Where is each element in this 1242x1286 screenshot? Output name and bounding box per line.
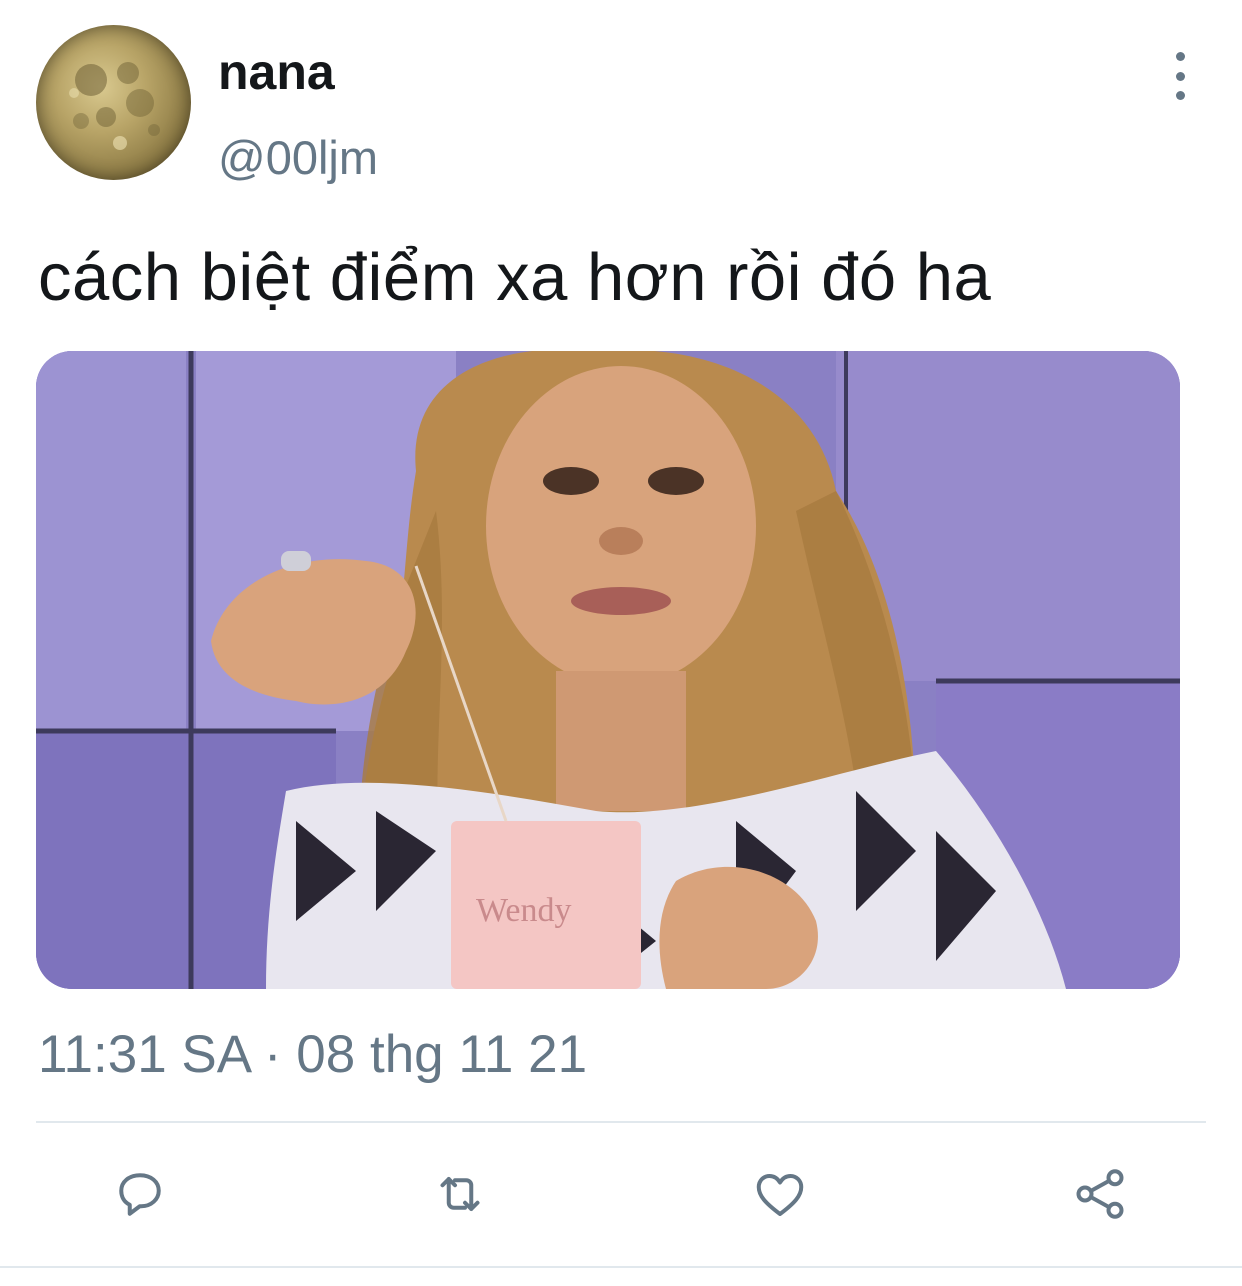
heart-icon — [756, 1174, 804, 1216]
full-moon-avatar-icon — [69, 62, 160, 150]
display-name[interactable]: nana — [218, 42, 335, 102]
card-logo-text: Wendy — [476, 892, 571, 929]
share-icon — [1076, 1169, 1124, 1219]
tweet-text: cách biệt điểm xa hơn rồi đó ha — [38, 240, 992, 315]
tweet-media-image[interactable]: Wendy — [36, 351, 1180, 989]
photo-meme-icon: Wendy — [36, 351, 1180, 989]
like-button[interactable] — [748, 1162, 812, 1226]
divider — [36, 1121, 1206, 1123]
avatar[interactable] — [36, 25, 191, 180]
reply-icon — [119, 1173, 161, 1216]
tweet-timestamp[interactable]: 11:31 SA · 08 thg 11 21 — [38, 1024, 587, 1086]
bottom-divider — [0, 1266, 1242, 1268]
user-handle[interactable]: @00ljm — [218, 130, 378, 186]
reply-button[interactable] — [108, 1162, 172, 1226]
more-vertical-icon — [1175, 52, 1185, 61]
retweet-button[interactable] — [428, 1162, 492, 1226]
more-options-button[interactable] — [1160, 52, 1200, 100]
retweet-icon — [440, 1177, 480, 1211]
share-button[interactable] — [1068, 1162, 1132, 1226]
